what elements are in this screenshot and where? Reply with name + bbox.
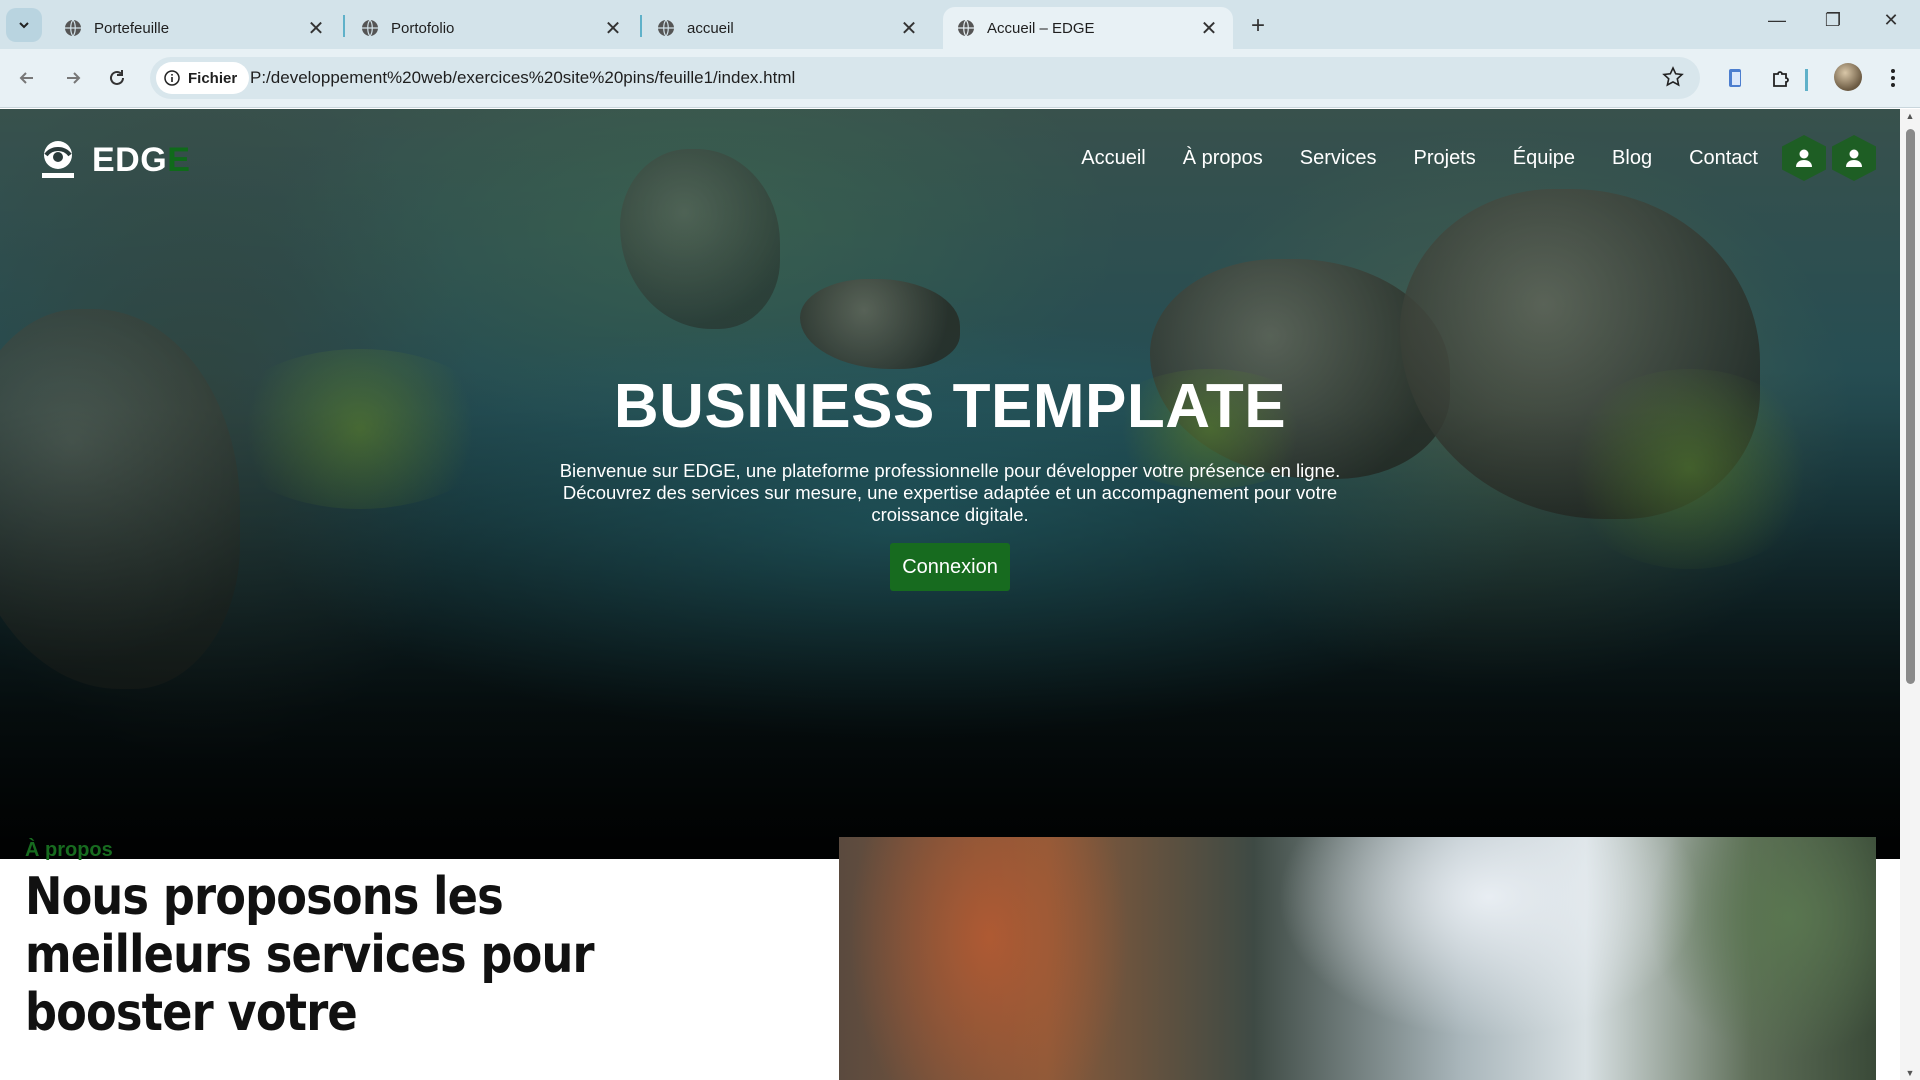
browser-tab[interactable]: Portofolio ✕ (347, 7, 637, 49)
chevron-down-icon (19, 22, 29, 29)
extensions-puzzle-icon[interactable] (1768, 65, 1794, 91)
reading-mode-icon[interactable] (1722, 65, 1748, 91)
tab-title: Portefeuille (94, 19, 170, 37)
toolbar-separator (1805, 69, 1808, 91)
new-tab-icon[interactable]: + (1244, 12, 1272, 40)
browser-tab[interactable]: accueil ✕ (643, 7, 933, 49)
site-logo[interactable]: EDGE (38, 137, 190, 183)
address-bar[interactable]: Fichier P:/developpement%20web/exercices… (150, 57, 1700, 99)
about-image (839, 837, 1876, 1080)
close-window-icon[interactable]: ✕ (1876, 10, 1906, 31)
hero-title: BUSINESS TEMPLATE (613, 372, 1287, 441)
nav-link-contact[interactable]: Contact (1689, 147, 1758, 170)
tab-search-button[interactable] (6, 8, 42, 42)
hero-subtitle: Bienvenue sur EDGE, une plateforme profe… (559, 460, 1341, 525)
hero-section: EDGE Accueil À propos Services Projets É… (0, 109, 1900, 859)
tab-separator (343, 15, 345, 37)
nav-link-services[interactable]: Services (1300, 147, 1377, 170)
nav-link-a-propos[interactable]: À propos (1183, 147, 1263, 170)
tab-title: accueil (687, 19, 734, 37)
espoir-logo-icon (42, 141, 74, 178)
close-tab-icon[interactable]: ✕ (603, 16, 623, 41)
scrollbar-thumb[interactable] (1906, 129, 1915, 684)
page-viewport: EDGE Accueil À propos Services Projets É… (0, 109, 1900, 1080)
reload-icon[interactable] (104, 65, 130, 91)
scroll-down-icon[interactable]: ▼ (1904, 1068, 1916, 1078)
close-tab-icon[interactable]: ✕ (899, 16, 919, 41)
profile-avatar[interactable] (1834, 63, 1862, 91)
minimize-icon[interactable]: — (1762, 10, 1792, 31)
browser-tab-active[interactable]: Accueil – EDGE ✕ (943, 7, 1233, 49)
logo-text: EDGE (92, 140, 191, 179)
bookmark-star-icon[interactable] (1662, 66, 1684, 93)
close-tab-icon[interactable]: ✕ (306, 16, 326, 41)
globe-icon (65, 19, 81, 37)
site-info-label: Fichier (188, 69, 238, 87)
about-kicker: À propos (25, 839, 113, 861)
tab-separator (640, 15, 642, 37)
nav-link-accueil[interactable]: Accueil (1081, 147, 1145, 170)
site-info-chip[interactable]: Fichier (156, 62, 250, 94)
url-text[interactable]: P:/developpement%20web/exercices%20site%… (250, 68, 795, 88)
page-scrollbar[interactable]: ▲ ▼ (1900, 109, 1920, 1080)
back-icon[interactable] (14, 65, 40, 91)
about-heading: Nous proposons les meilleurs services po… (25, 867, 595, 1043)
browser-tab[interactable]: Portefeuille ✕ (50, 7, 340, 49)
browser-tabstrip: Portefeuille ✕ Portofolio ✕ accueil ✕ Ac… (0, 0, 1920, 49)
globe-icon (658, 19, 674, 37)
connexion-button[interactable]: Connexion (890, 543, 1010, 591)
browser-toolbar: Fichier P:/developpement%20web/exercices… (0, 49, 1920, 108)
tab-title: Portofolio (391, 19, 455, 37)
globe-icon (958, 19, 974, 37)
nav-link-blog[interactable]: Blog (1612, 147, 1652, 170)
main-navigation: Accueil À propos Services Projets Équipe… (1081, 147, 1758, 170)
user-icon (1846, 149, 1862, 167)
close-tab-icon[interactable]: ✕ (1199, 16, 1219, 41)
globe-icon (362, 19, 378, 37)
nav-link-projets[interactable]: Projets (1414, 147, 1476, 170)
restore-icon[interactable]: ❐ (1818, 10, 1848, 31)
forward-icon[interactable] (60, 65, 86, 91)
info-icon (164, 70, 180, 86)
nav-link-equipe[interactable]: Équipe (1513, 147, 1575, 170)
scroll-up-icon[interactable]: ▲ (1904, 111, 1916, 121)
tab-title: Accueil – EDGE (987, 19, 1095, 37)
user-icon (1796, 149, 1812, 167)
menu-kebab-icon[interactable] (1880, 65, 1906, 91)
